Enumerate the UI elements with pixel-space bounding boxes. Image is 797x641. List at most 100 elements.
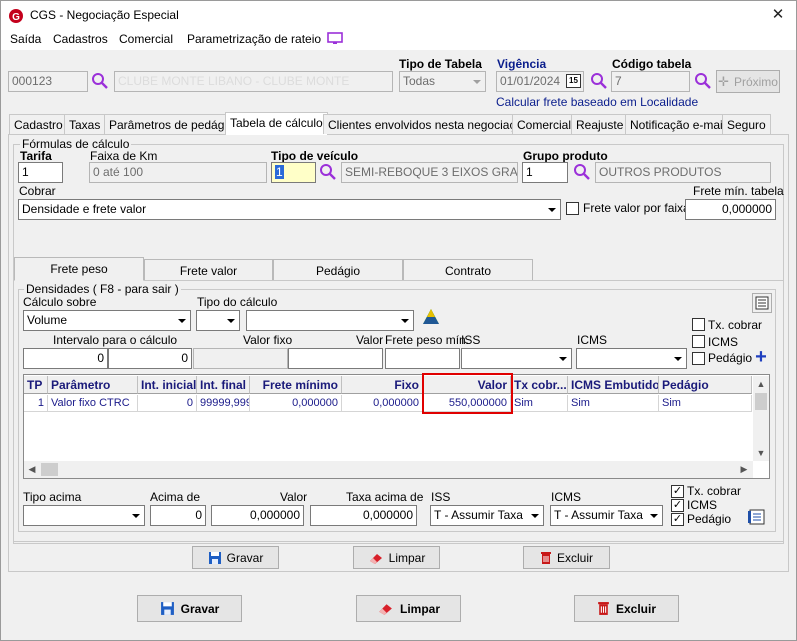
grid-horizontal-scrollbar[interactable] bbox=[24, 461, 753, 478]
tipo-acima-select[interactable] bbox=[23, 505, 145, 526]
grid-header-int-inicial[interactable]: Int. inicial bbox=[138, 376, 197, 394]
scroll-thumb-horizontal[interactable] bbox=[41, 463, 58, 476]
tab-comercial[interactable]: Comercial bbox=[512, 114, 577, 134]
client-name-field[interactable]: CLUBE MONTE LIBANO - CLUBE MONTE bbox=[114, 71, 393, 92]
client-code-field[interactable]: 000123 bbox=[8, 71, 88, 92]
frete-peso-min-field[interactable] bbox=[385, 348, 460, 369]
inner-tab-contrato[interactable]: Contrato bbox=[403, 259, 533, 280]
icms-select[interactable] bbox=[576, 348, 687, 369]
chevron-down-icon[interactable] bbox=[646, 506, 662, 525]
add-icon[interactable]: + bbox=[752, 347, 770, 367]
excluir-button[interactable]: Excluir bbox=[574, 595, 679, 622]
valor-fixo-field[interactable] bbox=[193, 348, 288, 369]
intervalo-from-field[interactable]: 0 bbox=[23, 348, 108, 369]
search-icon[interactable] bbox=[573, 163, 591, 181]
faixa-km-field[interactable]: 0 até 100 bbox=[89, 162, 267, 183]
grid-cell-frete-minimo[interactable]: 0,000000 bbox=[250, 395, 342, 412]
grid-cell-fixo[interactable]: 0,000000 bbox=[342, 395, 423, 412]
tipo-calculo-select[interactable] bbox=[196, 310, 240, 331]
grid-cell-tx-cobrar[interactable]: Sim bbox=[511, 395, 568, 412]
grid-header-tp[interactable]: TP bbox=[24, 376, 48, 394]
chevron-down-icon[interactable] bbox=[223, 311, 239, 330]
chevron-down-icon[interactable] bbox=[527, 506, 543, 525]
grid-header-int-final[interactable]: Int. final bbox=[197, 376, 250, 394]
taxa-acima-field[interactable]: 0,000000 bbox=[310, 505, 417, 526]
menu-item-comercial[interactable]: Comercial bbox=[119, 32, 173, 46]
close-icon[interactable]: ✕ bbox=[768, 6, 788, 24]
tab-clientes-envolvidos[interactable]: Clientes envolvidos nesta negociação bbox=[323, 114, 534, 134]
grid-options-icon[interactable] bbox=[752, 293, 772, 313]
grid-header-parametro[interactable]: Parâmetro bbox=[48, 376, 138, 394]
inner-tab-frete-valor[interactable]: Frete valor bbox=[144, 259, 273, 280]
valor-field[interactable] bbox=[288, 348, 383, 369]
acima-icms-checkbox[interactable]: ✓ bbox=[671, 499, 684, 512]
tarifa-field[interactable]: 1 bbox=[18, 162, 63, 183]
chevron-down-icon[interactable] bbox=[397, 311, 413, 330]
menu-item-saida[interactable]: Saída bbox=[10, 32, 41, 46]
iss-select[interactable] bbox=[461, 348, 572, 369]
calendar-icon[interactable]: 15 bbox=[566, 74, 581, 88]
scroll-down-icon[interactable]: ▼ bbox=[753, 445, 769, 461]
scroll-up-icon[interactable]: ▲ bbox=[753, 376, 769, 392]
grid-header-pedagio[interactable]: Pedágio bbox=[659, 376, 752, 394]
search-icon[interactable] bbox=[590, 72, 608, 90]
tab-reajuste[interactable]: Reajuste bbox=[571, 114, 629, 134]
pedagio-checkbox[interactable] bbox=[692, 352, 705, 365]
grid-cell-tp[interactable]: 1 bbox=[24, 395, 48, 412]
grid-cell-parametro[interactable]: Valor fixo CTRC bbox=[48, 395, 138, 412]
tipo-tabela-select[interactable]: Todas bbox=[399, 71, 486, 92]
grupo-produto-desc-field[interactable]: OUTROS PRODUTOS bbox=[595, 162, 771, 183]
scroll-thumb-vertical[interactable] bbox=[755, 393, 767, 410]
tab-taxas[interactable]: Taxas bbox=[64, 114, 106, 134]
notebook-icon[interactable] bbox=[747, 508, 767, 526]
inner-limpar-button[interactable]: Limpar bbox=[353, 546, 440, 569]
icms-checkbox[interactable] bbox=[692, 335, 705, 348]
tab-seguro[interactable]: Seguro bbox=[722, 114, 771, 134]
tipo-calculo-desc-select[interactable] bbox=[246, 310, 414, 331]
grid-cell-int-inicial[interactable]: 0 bbox=[138, 395, 197, 412]
acima-de-field[interactable]: 0 bbox=[150, 505, 206, 526]
codigo-tabela-field[interactable]: 7 bbox=[611, 71, 690, 92]
grupo-produto-code-field[interactable]: 1 bbox=[522, 162, 568, 183]
chevron-down-icon[interactable] bbox=[469, 72, 485, 91]
search-icon[interactable] bbox=[91, 72, 109, 90]
calc-frete-link[interactable]: Calcular frete baseado em Localidade bbox=[496, 95, 698, 109]
pyramid-icon[interactable] bbox=[422, 308, 440, 326]
search-icon[interactable] bbox=[319, 163, 337, 181]
intervalo-to-field[interactable]: 0 bbox=[108, 348, 192, 369]
inner-tab-pedagio[interactable]: Pedágio bbox=[273, 259, 403, 280]
tab-tabela-calculo[interactable]: Tabela de cálculo bbox=[225, 112, 328, 135]
chevron-down-icon[interactable] bbox=[174, 311, 190, 330]
cobrar-select[interactable]: Densidade e frete valor bbox=[18, 199, 561, 220]
grid-cell-pedagio[interactable]: Sim bbox=[659, 395, 752, 412]
chevron-down-icon[interactable] bbox=[670, 349, 686, 368]
grid-header-tx-cobrar[interactable]: Tx cobr... bbox=[511, 376, 568, 394]
chevron-down-icon[interactable] bbox=[544, 200, 560, 219]
proximo-button[interactable]: ✛ Próximo bbox=[716, 70, 780, 93]
frete-min-tabela-field[interactable]: 0,000000 bbox=[685, 199, 776, 220]
inner-excluir-button[interactable]: Excluir bbox=[523, 546, 610, 569]
tx-cobrar-checkbox[interactable] bbox=[692, 318, 705, 331]
tab-notificacao-email[interactable]: Notificação e-mail bbox=[625, 114, 731, 134]
vigencia-date-field[interactable]: 01/01/2024 15 bbox=[496, 71, 584, 92]
limpar-button[interactable]: Limpar bbox=[356, 595, 461, 622]
acima-tx-cobrar-checkbox[interactable]: ✓ bbox=[671, 485, 684, 498]
acima-iss-select[interactable]: T - Assumir Taxa bbox=[430, 505, 544, 526]
tab-cadastro[interactable]: Cadastro bbox=[9, 114, 68, 134]
acima-valor-field[interactable]: 0,000000 bbox=[211, 505, 304, 526]
grid-header-fixo[interactable]: Fixo bbox=[342, 376, 423, 394]
tipo-veiculo-desc-field[interactable]: SEMI-REBOQUE 3 EIXOS GRANEL bbox=[341, 162, 518, 183]
gravar-button[interactable]: Gravar bbox=[137, 595, 242, 622]
acima-pedagio-checkbox[interactable]: ✓ bbox=[671, 513, 684, 526]
tipo-veiculo-code-field[interactable]: 1 bbox=[271, 162, 316, 183]
menu-item-cadastros[interactable]: Cadastros bbox=[53, 32, 108, 46]
inner-tab-frete-peso[interactable]: Frete peso bbox=[14, 257, 144, 281]
acima-icms-select[interactable]: T - Assumir Taxa bbox=[550, 505, 663, 526]
menu-item-parametrizacao-rateio[interactable]: Parametrização de rateio bbox=[187, 32, 321, 46]
monitor-icon[interactable] bbox=[327, 32, 343, 45]
tab-parametros-pedagio[interactable]: Parâmetros de pedágio bbox=[104, 114, 239, 134]
grid-cell-int-final[interactable]: 99999,9999 bbox=[197, 395, 250, 412]
frete-valor-faixas-checkbox[interactable] bbox=[566, 202, 579, 215]
grid-cell-icms-embutido[interactable]: Sim bbox=[568, 395, 659, 412]
calculo-sobre-select[interactable]: Volume bbox=[23, 310, 191, 331]
